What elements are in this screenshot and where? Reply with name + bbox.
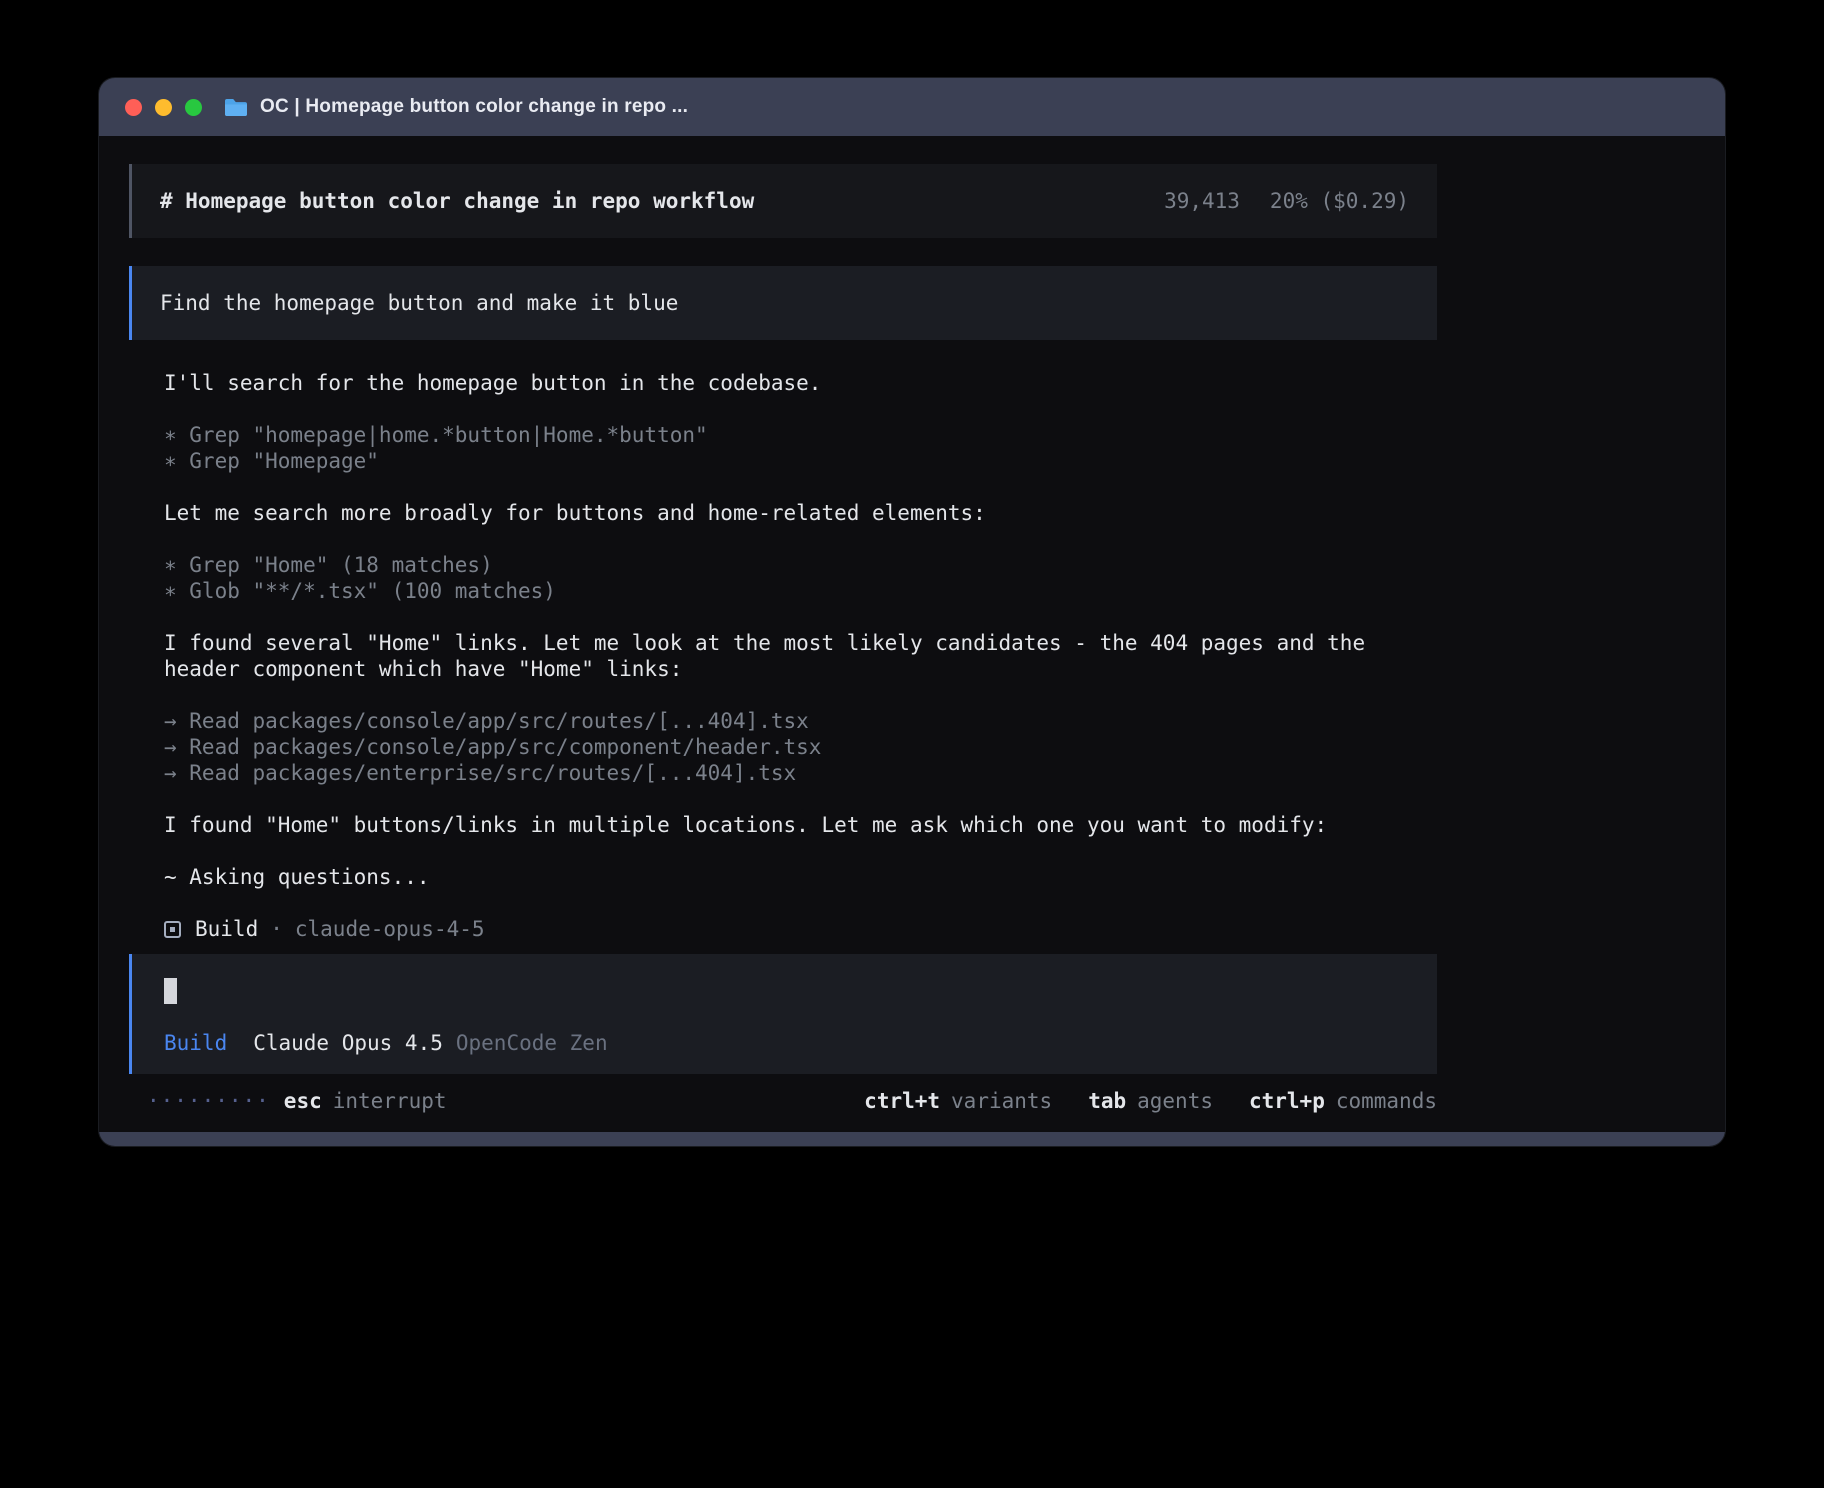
shortcut-label: commands: [1336, 1088, 1437, 1114]
assistant-transcript: I'll search for the homepage button in t…: [129, 370, 1414, 916]
assistant-text-line: ~ Asking questions...: [164, 864, 1414, 890]
text-cursor: [164, 978, 177, 1004]
zoom-button[interactable]: [185, 99, 202, 116]
shortcut-label: variants: [951, 1088, 1052, 1114]
blank-line: [164, 838, 1414, 864]
context-usage: 20% ($0.29): [1270, 188, 1409, 214]
close-button[interactable]: [125, 99, 142, 116]
shortcut-key: tab: [1088, 1088, 1126, 1114]
folder-icon: [224, 98, 248, 117]
user-message: Find the homepage button and make it blu…: [129, 266, 1437, 340]
shortcut-label: agents: [1137, 1088, 1213, 1114]
prompt-input[interactable]: Build Claude Opus 4.5 OpenCode Zen: [129, 954, 1437, 1074]
shortcut-hint: ctrl+t variants: [864, 1088, 1052, 1114]
input-status-row: Build Claude Opus 4.5 OpenCode Zen: [164, 1030, 1405, 1056]
shortcut-key: ctrl+t: [864, 1088, 940, 1114]
status-bar-shortcuts: ctrl+t variants tab agents ctrl+p commands: [864, 1088, 1437, 1114]
assistant-text-line: I'll search for the homepage button in t…: [164, 370, 1414, 396]
esc-key-hint: esc: [284, 1088, 322, 1114]
tool-call-line: ∗ Grep "Homepage": [164, 448, 1414, 474]
blank-line: [164, 890, 1414, 916]
agent-status-line: Build · claude-opus-4-5: [129, 916, 485, 942]
blank-line: [164, 682, 1414, 708]
blank-line: [164, 526, 1414, 552]
agent-mode-label: Build: [164, 1030, 227, 1056]
assistant-text-line: Let me search more broadly for buttons a…: [164, 500, 1414, 526]
assistant-text-line: I found "Home" buttons/links in multiple…: [164, 812, 1414, 838]
window-controls: [125, 99, 202, 116]
shortcut-hint: ctrl+p commands: [1249, 1088, 1437, 1114]
provider-label: OpenCode Zen: [456, 1030, 608, 1056]
status-bar: ········· esc interrupt ctrl+t variants ta…: [129, 1088, 1437, 1114]
model-label: Claude Opus 4.5: [253, 1030, 443, 1056]
agent-name: Build: [195, 916, 258, 942]
blank-line: [164, 786, 1414, 812]
assistant-text-line: I found several "Home" links. Let me loo…: [164, 630, 1414, 682]
blank-line: [164, 474, 1414, 500]
terminal-window: OC | Homepage button color change in rep…: [99, 78, 1725, 1146]
session-meta: 39,413 20% ($0.29): [1164, 188, 1409, 214]
blank-line: [164, 396, 1414, 422]
session-header: # Homepage button color change in repo w…: [129, 164, 1437, 238]
shortcut-key: ctrl+p: [1249, 1088, 1325, 1114]
shortcut-hint: tab agents: [1088, 1088, 1213, 1114]
blank-line: [164, 604, 1414, 630]
window-titlebar[interactable]: OC | Homepage button color change in rep…: [99, 78, 1725, 136]
tool-call-line: → Read packages/console/app/src/componen…: [164, 734, 1414, 760]
user-message-text: Find the homepage button and make it blu…: [160, 291, 678, 315]
build-agent-icon: [164, 921, 181, 938]
agent-model: claude-opus-4-5: [295, 916, 485, 942]
status-bar-left: ········· esc interrupt: [147, 1088, 447, 1114]
tool-call-line: → Read packages/enterprise/src/routes/[.…: [164, 760, 1414, 786]
tool-call-line: ∗ Grep "homepage|home.*button|Home.*butt…: [164, 422, 1414, 448]
window-title: OC | Homepage button color change in rep…: [260, 96, 688, 118]
tool-call-line: ∗ Grep "Home" (18 matches): [164, 552, 1414, 578]
terminal-content: # Homepage button color change in repo w…: [99, 136, 1725, 1132]
tool-call-line: → Read packages/console/app/src/routes/[…: [164, 708, 1414, 734]
minimize-button[interactable]: [155, 99, 172, 116]
session-title: # Homepage button color change in repo w…: [160, 188, 754, 214]
token-count: 39,413: [1164, 188, 1240, 214]
esc-action-label: interrupt: [333, 1088, 447, 1114]
window-bottom-edge: [99, 1132, 1725, 1146]
spinner-dots: ·········: [147, 1088, 270, 1114]
agent-separator: ·: [270, 916, 283, 942]
tool-call-line: ∗ Glob "**/*.tsx" (100 matches): [164, 578, 1414, 604]
